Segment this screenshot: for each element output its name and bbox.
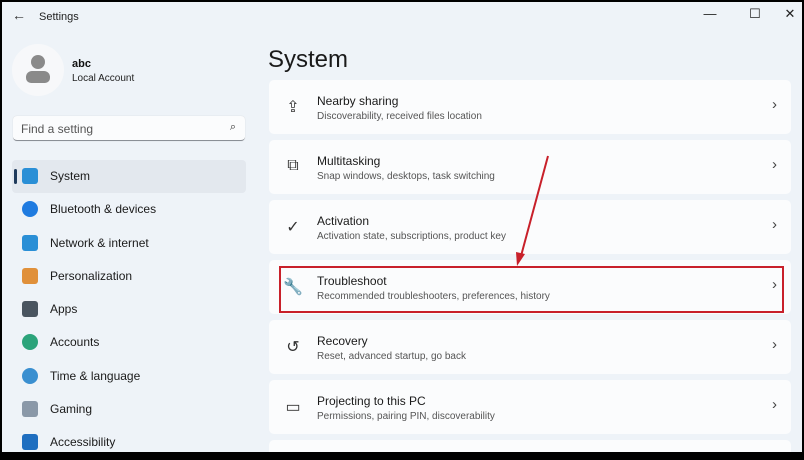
settings-window: ← Settings — ☐ ✕ abc Local Account Find … bbox=[2, 2, 802, 452]
annotation-arrow bbox=[516, 155, 549, 266]
